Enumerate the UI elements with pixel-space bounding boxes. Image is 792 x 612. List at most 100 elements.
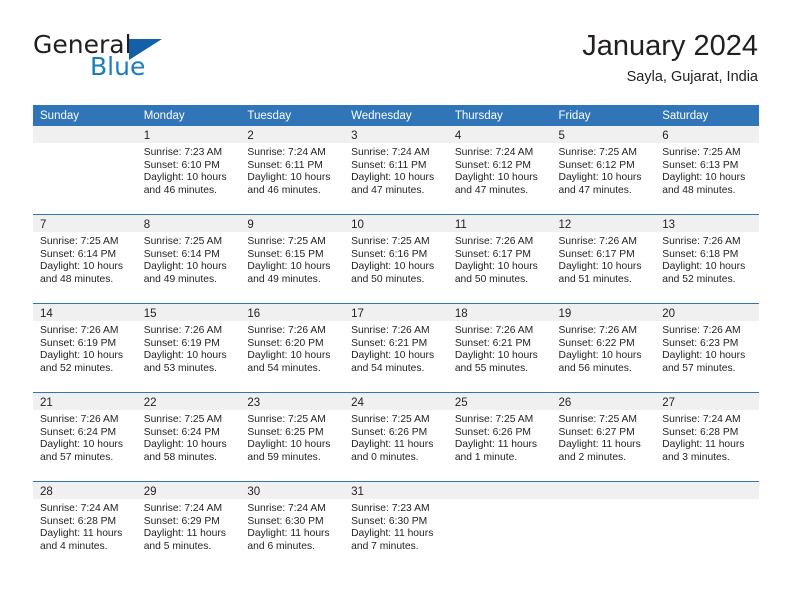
- day-cell[interactable]: 3 Sunrise: 7:24 AM Sunset: 6:11 PM Daylight…: [344, 126, 448, 215]
- day-cell[interactable]: 5 Sunrise: 7:25 AM Sunset: 6:12 PM Daylight…: [551, 126, 656, 215]
- day-number: 20: [662, 308, 676, 320]
- day-number: 10: [351, 219, 364, 231]
- sunrise-text: Sunrise: 7:26 AM: [558, 325, 637, 336]
- day-cell[interactable]: 16 Sunrise: 7:26 AM Sunset: 6:20 PM Dayligh…: [240, 303, 345, 393]
- day-cell[interactable]: [447, 481, 552, 570]
- sunset-text: Sunset: 6:15 PM: [247, 248, 324, 260]
- day-cell[interactable]: 27 Sunrise: 7:24 AM Sunset: 6:28 PM Dayligh…: [655, 392, 759, 482]
- calendar-page: General Blue January 2024 Sayla, Gujarat…: [0, 0, 792, 612]
- daylight-text-line1: Daylight: 10 hours: [143, 439, 227, 451]
- day-cell[interactable]: [33, 126, 137, 215]
- daylight-text-line1: Daylight: 10 hours: [143, 350, 227, 362]
- sunset-text: Sunset: 6:14 PM: [40, 248, 117, 260]
- sunset-text: Sunset: 6:28 PM: [40, 515, 117, 527]
- weekday-header-monday: Monday: [136, 105, 241, 126]
- day-cell[interactable]: 20 Sunrise: 7:26 AM Sunset: 6:23 PM Dayligh…: [655, 303, 759, 393]
- sunrise-text: Sunrise: 7:25 AM: [558, 414, 637, 425]
- daylight-text-line2: and 55 minutes.: [454, 362, 529, 374]
- day-number: 29: [143, 486, 157, 498]
- sunset-text: Sunset: 6:26 PM: [351, 426, 428, 438]
- daylight-text-line2: and 49 minutes.: [247, 273, 321, 285]
- day-cell[interactable]: 17 Sunrise: 7:26 AM Sunset: 6:21 PM Dayligh…: [344, 303, 448, 393]
- day-cell[interactable]: 4 Sunrise: 7:24 AM Sunset: 6:12 PM Daylight…: [447, 126, 552, 215]
- daylight-text-line2: and 56 minutes.: [558, 362, 632, 374]
- day-cell[interactable]: 21 Sunrise: 7:26 AM Sunset: 6:24 PM Dayligh…: [33, 392, 137, 482]
- day-cell[interactable]: [551, 481, 656, 570]
- sunrise-text: Sunrise: 7:24 AM: [662, 414, 741, 425]
- daylight-text-line2: and 52 minutes.: [662, 273, 736, 285]
- day-cell[interactable]: 12 Sunrise: 7:26 AM Sunset: 6:17 PM Dayligh…: [551, 214, 656, 304]
- day-cell[interactable]: 25 Sunrise: 7:25 AM Sunset: 6:26 PM Dayligh…: [447, 392, 552, 482]
- day-cell[interactable]: 14 Sunrise: 7:26 AM Sunset: 6:19 PM Dayligh…: [33, 303, 137, 393]
- daylight-text-line2: and 47 minutes.: [454, 184, 529, 196]
- sunrise-text: Sunrise: 7:24 AM: [143, 503, 223, 514]
- day-cell[interactable]: 28 Sunrise: 7:24 AM Sunset: 6:28 PM Dayligh…: [33, 481, 137, 570]
- sunset-text: Sunset: 6:27 PM: [558, 426, 635, 438]
- daylight-text-line1: Daylight: 10 hours: [247, 350, 331, 362]
- daylight-text-line1: Daylight: 10 hours: [454, 261, 538, 273]
- day-cell[interactable]: 11 Sunrise: 7:26 AM Sunset: 6:17 PM Dayligh…: [447, 214, 552, 304]
- day-cell[interactable]: 9 Sunrise: 7:25 AM Sunset: 6:15 PM Daylight…: [240, 214, 345, 304]
- calendar-body: 1 Sunrise: 7:23 AM Sunset: 6:10 PM Daylight…: [33, 126, 759, 570]
- brand-name-blue: Blue: [90, 52, 146, 81]
- sunset-text: Sunset: 6:28 PM: [662, 426, 739, 438]
- day-cell[interactable]: 26 Sunrise: 7:25 AM Sunset: 6:27 PM Dayligh…: [551, 392, 656, 482]
- daylight-text-line1: Daylight: 10 hours: [662, 350, 746, 362]
- sunset-text: Sunset: 6:26 PM: [454, 426, 531, 438]
- daylight-text-line1: Daylight: 10 hours: [247, 439, 331, 451]
- sunrise-text: Sunrise: 7:24 AM: [351, 147, 430, 158]
- sunset-text: Sunset: 6:21 PM: [454, 337, 531, 349]
- day-cell[interactable]: 7 Sunrise: 7:25 AM Sunset: 6:14 PM Daylight…: [33, 214, 137, 304]
- daylight-text-line2: and 0 minutes.: [351, 451, 419, 463]
- daylight-text-line1: Daylight: 11 hours: [454, 439, 538, 451]
- day-cell[interactable]: 15 Sunrise: 7:26 AM Sunset: 6:19 PM Dayligh…: [136, 303, 241, 393]
- daylight-text-line1: Daylight: 10 hours: [351, 261, 435, 273]
- page-header: General Blue January 2024 Sayla, Gujarat…: [33, 28, 758, 90]
- day-cell[interactable]: 8 Sunrise: 7:25 AM Sunset: 6:14 PM Daylight…: [136, 214, 241, 304]
- weekday-header-sunday: Sunday: [33, 105, 137, 126]
- sunrise-text: Sunrise: 7:24 AM: [247, 503, 326, 514]
- day-number: 31: [351, 486, 364, 498]
- sunset-text: Sunset: 6:22 PM: [558, 337, 635, 349]
- day-cell[interactable]: 1 Sunrise: 7:23 AM Sunset: 6:10 PM Daylight…: [136, 126, 241, 215]
- daylight-text-line2: and 3 minutes.: [662, 451, 730, 463]
- daylight-text-line1: Daylight: 10 hours: [143, 261, 227, 273]
- day-cell[interactable]: 30 Sunrise: 7:24 AM Sunset: 6:30 PM Dayligh…: [240, 481, 345, 570]
- sunrise-text: Sunrise: 7:25 AM: [143, 414, 223, 425]
- sunrise-text: Sunrise: 7:26 AM: [662, 325, 741, 336]
- daylight-text-line2: and 49 minutes.: [143, 273, 217, 285]
- day-cell[interactable]: 24 Sunrise: 7:25 AM Sunset: 6:26 PM Dayligh…: [344, 392, 448, 482]
- daylight-text-line1: Daylight: 10 hours: [40, 439, 123, 451]
- day-cell[interactable]: 13 Sunrise: 7:26 AM Sunset: 6:18 PM Dayligh…: [655, 214, 759, 304]
- sunrise-text: Sunrise: 7:26 AM: [662, 236, 741, 247]
- sunrise-text: Sunrise: 7:24 AM: [247, 147, 326, 158]
- daylight-text-line2: and 57 minutes.: [662, 362, 736, 374]
- sunset-text: Sunset: 6:17 PM: [558, 248, 635, 260]
- sunrise-text: Sunrise: 7:26 AM: [40, 325, 119, 336]
- day-number: 5: [558, 130, 565, 142]
- day-cell[interactable]: 31 Sunrise: 7:23 AM Sunset: 6:30 PM Dayligh…: [344, 481, 448, 570]
- day-cell[interactable]: 18 Sunrise: 7:26 AM Sunset: 6:21 PM Dayligh…: [447, 303, 552, 393]
- day-cell[interactable]: 22 Sunrise: 7:25 AM Sunset: 6:24 PM Dayligh…: [136, 392, 241, 482]
- day-cell[interactable]: [655, 481, 759, 570]
- daylight-text-line2: and 59 minutes.: [247, 451, 321, 463]
- daylight-text-line1: Daylight: 11 hours: [558, 439, 641, 451]
- day-cell[interactable]: 10 Sunrise: 7:25 AM Sunset: 6:16 PM Dayligh…: [344, 214, 448, 304]
- sunrise-text: Sunrise: 7:25 AM: [558, 147, 637, 158]
- daylight-text-line1: Daylight: 10 hours: [558, 172, 642, 184]
- day-cell[interactable]: 29 Sunrise: 7:24 AM Sunset: 6:29 PM Dayligh…: [136, 481, 241, 570]
- calendar-header-row: Sunday Monday Tuesday Wednesday Thursday…: [33, 105, 759, 126]
- day-cell[interactable]: 23 Sunrise: 7:25 AM Sunset: 6:25 PM Dayligh…: [240, 392, 345, 482]
- day-cell[interactable]: 6 Sunrise: 7:25 AM Sunset: 6:13 PM Daylight…: [655, 126, 759, 215]
- sunset-text: Sunset: 6:21 PM: [351, 337, 428, 349]
- sunrise-text: Sunrise: 7:26 AM: [40, 414, 119, 425]
- sunrise-text: Sunrise: 7:25 AM: [454, 414, 534, 425]
- sunrise-text: Sunrise: 7:26 AM: [351, 325, 430, 336]
- title-block: January 2024 Sayla, Gujarat, India: [582, 28, 758, 88]
- sunset-text: Sunset: 6:25 PM: [247, 426, 324, 438]
- daylight-text-line1: Daylight: 10 hours: [247, 172, 331, 184]
- day-cell[interactable]: 2 Sunrise: 7:24 AM Sunset: 6:11 PM Daylight…: [240, 126, 345, 215]
- day-cell[interactable]: 19 Sunrise: 7:26 AM Sunset: 6:22 PM Dayligh…: [551, 303, 656, 393]
- brand-logo[interactable]: General Blue: [33, 32, 233, 88]
- day-number: 25: [454, 397, 468, 409]
